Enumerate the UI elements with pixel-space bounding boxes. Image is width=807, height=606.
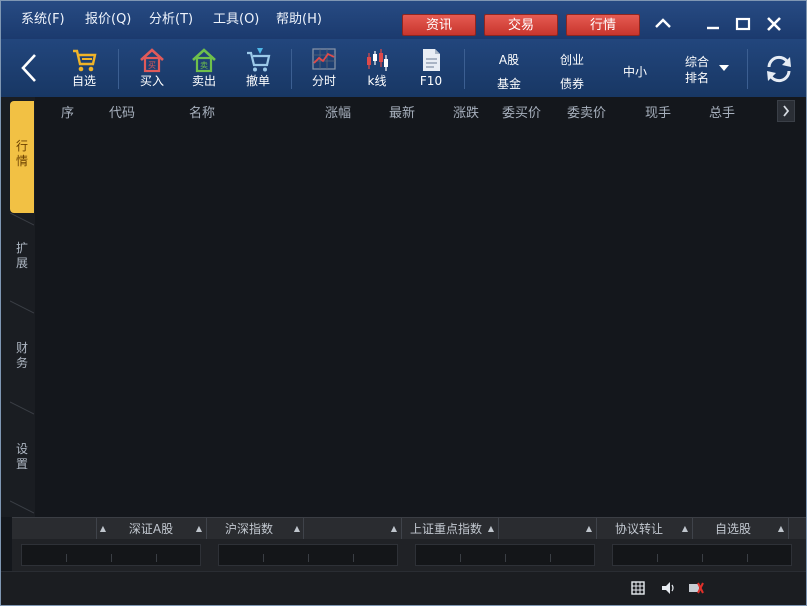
col-change[interactable]: 涨跌 <box>453 102 479 121</box>
sort-arrow-icon[interactable]: ▲ <box>292 518 302 540</box>
menu-tools[interactable]: 工具(O) <box>213 10 259 30</box>
trade-button[interactable]: 交易 <box>484 14 558 36</box>
rank-label-line1: 综合 <box>684 55 709 69</box>
col-total-volume[interactable]: 总手 <box>709 102 735 121</box>
col-index[interactable]: 序 <box>61 102 74 121</box>
bottom-tab-shenzhen-a[interactable]: 深证A股 <box>110 518 192 540</box>
timeshare-button[interactable]: 分时 <box>301 45 347 93</box>
sort-arrow-icon[interactable]: ▲ <box>680 518 690 540</box>
side-tab-extend[interactable]: 扩 展 <box>10 241 34 281</box>
bottom-tab-index[interactable]: 沪深指数 <box>208 518 290 540</box>
toolbar-divider <box>118 49 119 89</box>
tab-divider-shape <box>10 500 34 514</box>
menu-analysis[interactable]: 分析(T) <box>149 10 193 30</box>
timeshare-chart-icon <box>312 48 336 70</box>
toolbar-divider <box>747 49 748 89</box>
sort-arrow-icon[interactable]: ▲ <box>194 518 204 540</box>
document-icon <box>423 49 440 71</box>
cancel-order-button[interactable]: 撤单 <box>235 45 281 93</box>
market-a-share[interactable]: A股 <box>489 51 529 68</box>
bottom-tab-agreement-transfer[interactable]: 协议转让 <box>598 518 680 540</box>
close-icon[interactable] <box>762 11 786 35</box>
side-tab-quote[interactable]: 行 情 <box>10 101 34 213</box>
bottom-tab-sh-key-index[interactable]: 上证重点指数 <box>402 518 490 540</box>
cart-icon <box>73 49 97 72</box>
buy-button[interactable]: 买 买入 <box>129 45 175 93</box>
watchlist-button[interactable]: 自选 <box>61 45 107 93</box>
rank-label-line2: 排名 <box>684 71 709 85</box>
dropdown-arrow-icon <box>719 65 729 71</box>
quote-table-header: 序 代码 名称 涨幅 最新 涨跌 委买价 委卖价 现手 总手 <box>35 97 806 123</box>
index-panel[interactable] <box>218 544 398 566</box>
bottom-tab-watchlist[interactable]: 自选股 <box>694 518 772 540</box>
kline-button[interactable]: k线 <box>354 45 400 93</box>
index-panel[interactable] <box>612 544 792 566</box>
connection-status-icon[interactable] <box>687 579 705 597</box>
sort-arrow-icon[interactable]: ▲ <box>486 518 496 540</box>
grid-icon[interactable] <box>629 579 647 597</box>
col-change-pct[interactable]: 涨幅 <box>325 102 351 121</box>
main-window: 系统(F) 报价(Q) 分析(T) 工具(O) 帮助(H) 资讯 交易 行情 自… <box>0 0 807 606</box>
menu-help[interactable]: 帮助(H) <box>276 10 322 30</box>
candlestick-icon <box>367 49 388 71</box>
sort-arrow-icon[interactable]: ▲ <box>389 518 399 540</box>
col-ask[interactable]: 委卖价 <box>567 102 606 121</box>
maximize-icon[interactable] <box>731 11 755 35</box>
toolbar-divider <box>464 49 465 89</box>
col-latest[interactable]: 最新 <box>389 102 415 121</box>
sort-arrow-icon[interactable]: ▲ <box>98 518 108 540</box>
menu-quote[interactable]: 报价(Q) <box>85 10 131 30</box>
menu-system[interactable]: 系统(F) <box>21 10 65 30</box>
col-code[interactable]: 代码 <box>109 102 135 121</box>
svg-text:买: 买 <box>148 61 156 70</box>
market-bond[interactable]: 债券 <box>552 75 592 92</box>
market-zhongxiao[interactable]: 中小 <box>615 63 655 80</box>
sell-button[interactable]: 卖 卖出 <box>181 45 227 93</box>
scroll-right-icon[interactable] <box>777 100 795 122</box>
tab-divider-shape <box>10 401 34 415</box>
side-tab-finance[interactable]: 财 务 <box>10 341 34 381</box>
refresh-icon[interactable] <box>763 53 795 85</box>
status-bar <box>1 571 806 605</box>
buy-house-icon: 买 <box>140 48 164 73</box>
col-name[interactable]: 名称 <box>189 102 215 121</box>
rank-dropdown[interactable]: 综合 排名 <box>677 51 733 87</box>
side-tab-settings[interactable]: 设 置 <box>10 442 34 482</box>
toolbar-divider <box>291 49 292 89</box>
quote-table-body[interactable] <box>35 123 806 517</box>
minimize-icon[interactable] <box>701 11 725 35</box>
side-tab-bar: 行 情 扩 展 财 务 设 置 <box>1 97 35 517</box>
tab-divider-shape <box>10 300 34 314</box>
speaker-icon[interactable] <box>659 579 677 597</box>
index-panel-row <box>12 539 806 571</box>
back-arrow-icon[interactable] <box>15 51 45 85</box>
cancel-cart-icon <box>247 48 271 72</box>
index-panel[interactable] <box>21 544 201 566</box>
news-button[interactable]: 资讯 <box>402 14 476 36</box>
title-bar: 系统(F) 报价(Q) 分析(T) 工具(O) 帮助(H) 资讯 交易 行情 <box>1 1 806 39</box>
toolbar: 自选 买 买入 卖 卖出 撤单 分时 k线 F10 A股 基金 创业 债券 中小… <box>1 39 806 98</box>
quote-button[interactable]: 行情 <box>566 14 640 36</box>
col-bid[interactable]: 委买价 <box>502 102 541 121</box>
sort-arrow-icon[interactable]: ▲ <box>584 518 594 540</box>
bottom-tab-bar: ▲ 深证A股 ▲ 沪深指数 ▲ ▲ 上证重点指数 ▲ ▲ 协议转让 ▲ 自选股 … <box>12 517 806 540</box>
collapse-icon[interactable] <box>651 11 675 35</box>
market-chuangye[interactable]: 创业 <box>552 51 592 68</box>
sort-arrow-icon[interactable]: ▲ <box>776 518 786 540</box>
f10-button[interactable]: F10 <box>408 45 454 93</box>
col-current-volume[interactable]: 现手 <box>645 102 671 121</box>
sell-house-icon: 卖 <box>192 48 216 73</box>
svg-text:卖: 卖 <box>200 61 208 70</box>
market-fund[interactable]: 基金 <box>489 75 529 92</box>
index-panel[interactable] <box>415 544 595 566</box>
